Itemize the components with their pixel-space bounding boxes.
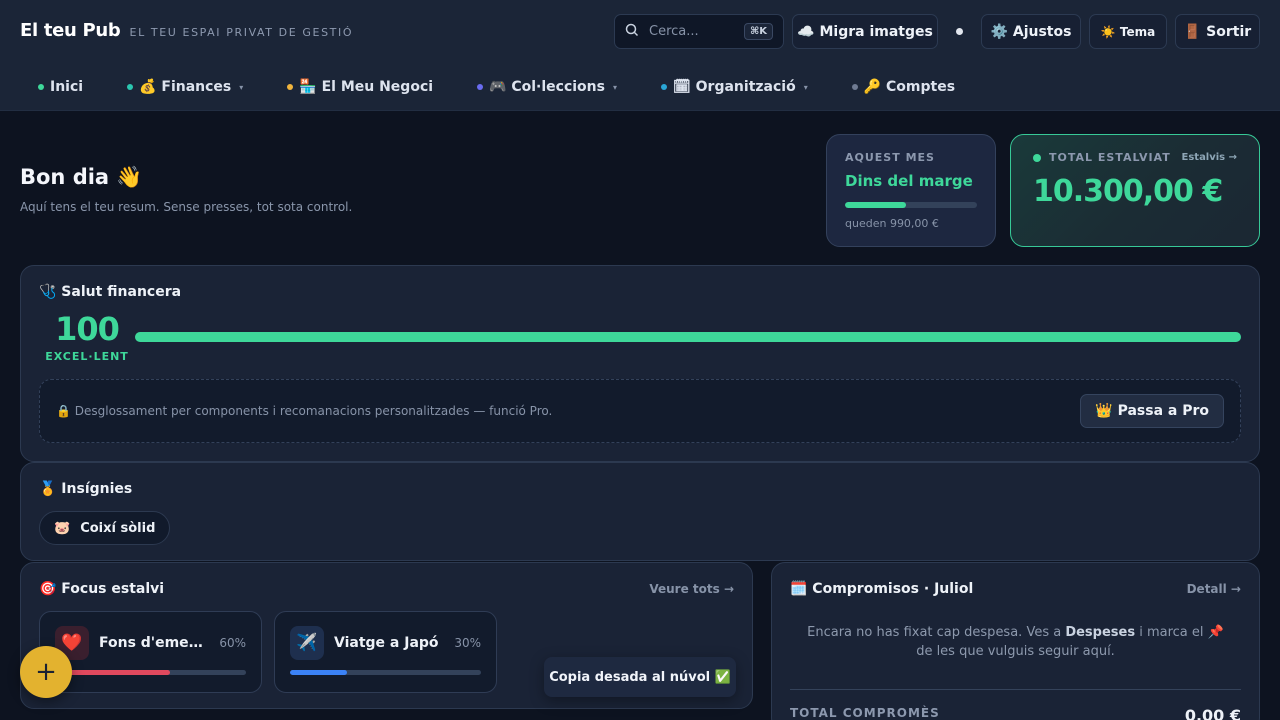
expenses-link[interactable]: Despeses: [1065, 625, 1135, 640]
pro-upsell-text: 🔒 Desglossament per components i recoman…: [56, 404, 553, 418]
nav-item-label: 🏪 El Meu Negoci: [299, 79, 434, 95]
settings-button[interactable]: ⚙️ Ajustos: [981, 14, 1081, 49]
nav-item-label: 🗓 Organització: [673, 79, 796, 95]
search-placeholder: Cerca...: [649, 24, 699, 39]
month-budget-card[interactable]: AQUEST MES Dins del marge queden 990,00 …: [826, 134, 996, 247]
top-header: El teu Pub EL TEU ESPAI PRIVAT DE GESTIÓ…: [0, 0, 1280, 111]
badge-label: Coixí sòlid: [80, 520, 156, 536]
badge-chip[interactable]: 🐷 Coixí sòlid: [39, 511, 171, 545]
focus-title: 🎯 Focus estalvi: [39, 581, 165, 597]
health-title: 🩺 Salut financera: [39, 284, 182, 300]
badges-title: 🏅 Insígnies: [39, 481, 133, 497]
month-remaining: queden 990,00 €: [845, 217, 939, 230]
nav-item[interactable]: 💰 Finances ▾: [127, 79, 243, 95]
page-title: Bon dia 👋: [20, 165, 143, 189]
brand-title: El teu Pub: [20, 20, 121, 41]
badges-panel: 🏅 Insígnies 🐷 Coixí sòlid: [20, 462, 1260, 561]
upgrade-pro-button[interactable]: 👑 Passa a Pro: [1080, 394, 1224, 428]
nav-dot-icon: [127, 84, 134, 90]
nav-dot-icon: [287, 84, 294, 90]
nav-item-label: 🎮 Col·leccions: [489, 79, 605, 95]
health-score-bar: [135, 331, 1241, 342]
commitments-title: 🗓️ Compromisos · Juliol: [790, 581, 974, 597]
search-shortcut: ⌘K: [743, 23, 773, 40]
divider: [790, 689, 1241, 690]
status-dot: [956, 28, 963, 35]
nav-dot-icon: [38, 84, 44, 90]
goal-icon: ✈️: [290, 626, 324, 660]
saved-amount: 10.300,00 €: [1033, 174, 1223, 209]
nav-item-label: Inici: [50, 79, 84, 95]
goal-percent: 60%: [219, 636, 246, 650]
nav-item[interactable]: 🎮 Col·leccions ▾: [477, 79, 617, 95]
nav-item[interactable]: Inici: [38, 79, 83, 95]
health-score-label: EXCEL·LENT: [45, 350, 129, 363]
empty-text-pre: Encara no has fixat cap despesa. Ves a: [807, 625, 1066, 640]
commitments-panel: 🗓️ Compromisos · Juliol Detall → Encara …: [771, 562, 1260, 720]
goal-progress-bar: [55, 670, 246, 675]
month-progress-fill: [845, 202, 906, 208]
detail-link[interactable]: Detall →: [1187, 582, 1241, 596]
greeting: Bon dia 👋 Aquí tens el teu resum. Sense …: [20, 165, 352, 214]
nav-dot-icon: [661, 84, 667, 90]
brand[interactable]: El teu Pub EL TEU ESPAI PRIVAT DE GESTIÓ: [20, 20, 353, 41]
theme-button[interactable]: ☀️ Tema: [1089, 14, 1167, 49]
nav-item[interactable]: 🔑 Comptes: [851, 79, 956, 95]
chevron-down-icon: ▾: [612, 82, 617, 92]
nav-item-label: 💰 Finances: [139, 79, 232, 95]
search-icon: [625, 23, 639, 41]
search-input[interactable]: Cerca... ⌘K: [614, 14, 784, 49]
goal-name: Fons d'emergè...: [99, 635, 209, 651]
commitments-empty-message: Encara no has fixat cap despesa. Ves a D…: [790, 623, 1241, 661]
goal-progress-bar: [290, 670, 481, 675]
month-progress-bar: [845, 202, 977, 208]
nav-item[interactable]: 🗓 Organització ▾: [661, 79, 808, 95]
nav-item[interactable]: 🏪 El Meu Negoci: [287, 79, 433, 95]
savings-link[interactable]: Estalvis →: [1182, 152, 1238, 163]
chevron-down-icon: ▾: [239, 82, 244, 92]
see-all-link[interactable]: Veure tots →: [649, 582, 734, 596]
pig-icon: 🐷: [54, 520, 71, 536]
goal-card[interactable]: ✈️ Viatge a Japó 30%: [274, 611, 497, 693]
goal-progress-fill: [55, 670, 170, 675]
migrate-images-button[interactable]: ☁️ Migra imatges: [792, 14, 938, 49]
goal-card[interactable]: ❤️Fons d'emergè...60%: [39, 611, 262, 693]
logout-button[interactable]: 🚪 Sortir: [1175, 14, 1260, 49]
nav-dot-icon: [477, 84, 484, 90]
saved-caption: TOTAL ESTALVIAT: [1049, 151, 1171, 164]
nav-item-label: 🔑 Comptes: [863, 79, 956, 95]
health-score-fill: [135, 331, 1241, 342]
goal-progress-fill: [290, 670, 348, 675]
total-committed-caption: TOTAL COMPROMÈS: [790, 706, 940, 720]
page-subtitle: Aquí tens el teu resum. Sense presses, t…: [20, 200, 353, 214]
pro-upsell: 🔒 Desglossament per components i recoman…: [39, 379, 1241, 443]
brand-tagline: EL TEU ESPAI PRIVAT DE GESTIÓ: [129, 26, 354, 39]
health-score: 100: [55, 310, 120, 348]
chevron-down-icon: ▾: [803, 82, 808, 92]
financial-health-panel: 🩺 Salut financera 100 EXCEL·LENT 🔒 Desgl…: [20, 265, 1260, 462]
nav-dot-icon: [851, 84, 858, 90]
month-status: Dins del marge: [845, 172, 973, 190]
toast-notification: Copia desada al núvol ✅: [544, 657, 736, 697]
total-saved-card[interactable]: TOTAL ESTALVIAT Estalvis → 10.300,00 €: [1010, 134, 1260, 247]
add-fab-button[interactable]: +: [20, 646, 72, 698]
total-committed-value: 0,00 €: [1184, 706, 1241, 720]
goal-percent: 30%: [454, 636, 481, 650]
main-nav: Inici 💰 Finances ▾ 🏪 El Meu Negoci 🎮 Col·lec…: [38, 72, 999, 102]
goal-name: Viatge a Japó: [334, 635, 439, 651]
month-caption: AQUEST MES: [845, 151, 935, 164]
saved-indicator-dot: [1033, 153, 1041, 162]
